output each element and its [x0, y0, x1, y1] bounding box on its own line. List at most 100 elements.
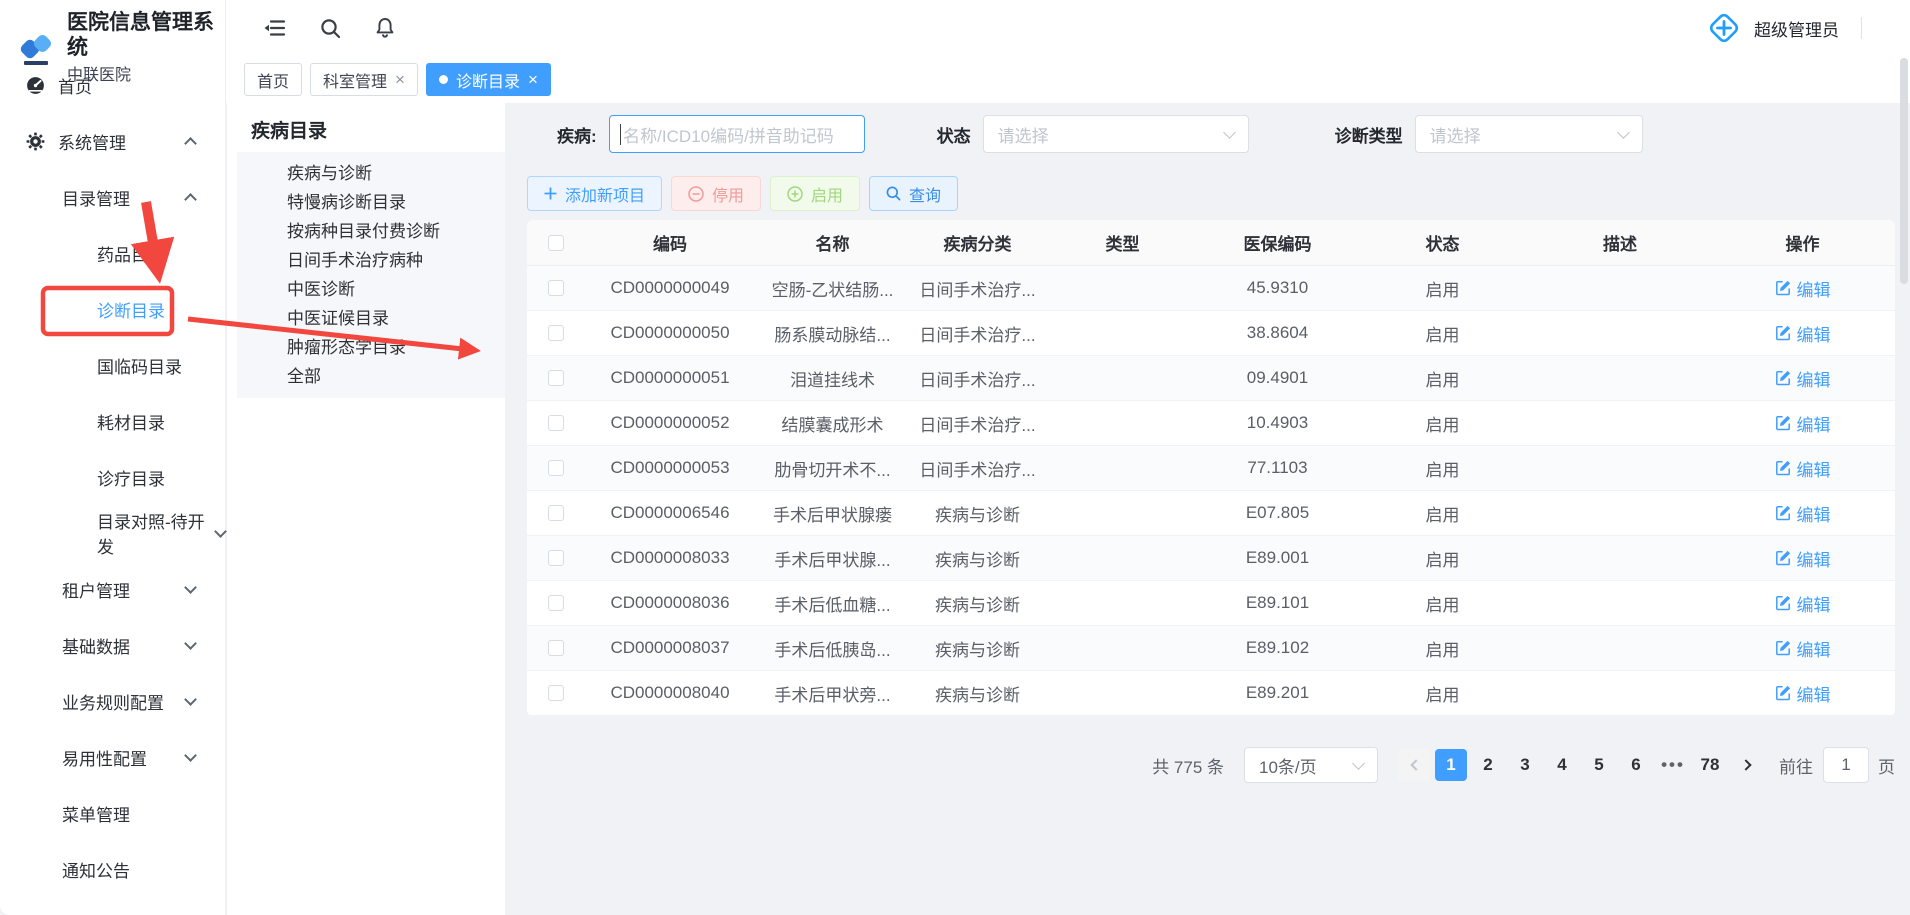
close-icon[interactable]: × — [395, 71, 405, 88]
sidebar-item-business-rules[interactable]: 业务规则配置 — [0, 673, 225, 729]
sidebar-item-home[interactable]: 首页 — [0, 57, 225, 113]
row-checkbox[interactable] — [548, 460, 564, 476]
goto-page-input[interactable]: 1 — [1823, 747, 1869, 783]
sidebar-item-treatment-catalog[interactable]: 诊疗目录 — [0, 449, 225, 505]
page-number[interactable]: 78 — [1694, 749, 1726, 781]
page-number[interactable]: 4 — [1546, 749, 1578, 781]
sidebar-item-base-data[interactable]: 基础数据 — [0, 617, 225, 673]
row-checkbox[interactable] — [548, 370, 564, 386]
edit-icon — [1775, 370, 1791, 386]
cell-code: CD0000008040 — [585, 683, 755, 703]
enable-button[interactable]: 启用 — [770, 176, 860, 211]
page-number[interactable]: 3 — [1509, 749, 1541, 781]
row-checkbox[interactable] — [548, 325, 564, 341]
row-checkbox[interactable] — [548, 415, 564, 431]
cell-name: 手术后甲状腺... — [755, 546, 910, 571]
vertical-scrollbar[interactable] — [1900, 58, 1908, 284]
tab-dept-mgmt[interactable]: 科室管理 × — [310, 63, 418, 96]
goto-label: 前往 — [1779, 753, 1813, 778]
edit-button[interactable]: 编辑 — [1775, 411, 1831, 436]
edit-icon — [1775, 550, 1791, 566]
search-icon[interactable] — [320, 18, 341, 39]
filter-row: 疾病: 名称/ICD10编码/拼音助记码 状态 请选择 诊断类型 请选择 — [527, 114, 1643, 154]
cell-status: 启用 — [1355, 501, 1530, 526]
catalog-item[interactable]: 疾病与诊断 — [237, 159, 505, 188]
page-buttons: 1 2 3 4 5 6 ••• 78 — [1398, 749, 1763, 781]
sidebar-item-notice[interactable]: 通知公告 — [0, 841, 225, 897]
catalog-item[interactable]: 特慢病诊断目录 — [237, 188, 505, 217]
cell-insurance-code: E89.102 — [1200, 638, 1355, 658]
sidebar-item-label: 药品目录 — [97, 241, 165, 266]
cell-insurance-code: 45.9310 — [1200, 278, 1355, 298]
active-dot-icon — [439, 75, 448, 84]
cell-status: 启用 — [1355, 681, 1530, 706]
diagnosis-type-select[interactable]: 请选择 — [1415, 115, 1643, 153]
collapse-sidebar-icon[interactable] — [264, 19, 286, 37]
sidebar-item-national-code-catalog[interactable]: 国临码目录 — [0, 337, 225, 393]
disease-search-input[interactable]: 名称/ICD10编码/拼音助记码 — [609, 115, 865, 153]
bell-icon[interactable] — [375, 17, 395, 39]
sidebar-item-drug-catalog[interactable]: 药品目录 — [0, 225, 225, 281]
sidebar-item-system[interactable]: 系统管理 — [0, 113, 225, 169]
row-checkbox[interactable] — [548, 640, 564, 656]
column-header: 编码 — [585, 230, 755, 255]
query-button[interactable]: 查询 — [869, 176, 958, 211]
page-number[interactable]: 6 — [1620, 749, 1652, 781]
close-icon[interactable]: × — [528, 71, 538, 88]
sidebar-item-catalog-mapping[interactable]: 目录对照-待开发 — [0, 505, 225, 561]
row-checkbox[interactable] — [548, 280, 564, 296]
edit-button[interactable]: 编辑 — [1775, 546, 1831, 571]
edit-button[interactable]: 编辑 — [1775, 366, 1831, 391]
open-tabs-bar: 首页 科室管理 × 诊断目录 × — [226, 56, 1910, 103]
edit-button[interactable]: 编辑 — [1775, 681, 1831, 706]
catalog-item[interactable]: 日间手术治疗病种 — [237, 246, 505, 275]
add-item-button[interactable]: 添加新项目 — [527, 176, 662, 211]
next-page-button[interactable] — [1731, 749, 1763, 781]
edit-button[interactable]: 编辑 — [1775, 456, 1831, 481]
row-checkbox[interactable] — [548, 685, 564, 701]
catalog-item[interactable]: 全部 — [237, 362, 505, 391]
page-number[interactable]: 1 — [1435, 749, 1467, 781]
sidebar-item-diagnosis-catalog[interactable]: 诊断目录 — [0, 281, 225, 337]
prev-page-button[interactable] — [1398, 749, 1430, 781]
sidebar-item-menu-mgmt[interactable]: 菜单管理 — [0, 785, 225, 841]
catalog-item[interactable]: 按病种目录付费诊断 — [237, 217, 505, 246]
sidebar-item-catalog-mgmt[interactable]: 目录管理 — [0, 169, 225, 225]
row-checkbox[interactable] — [548, 595, 564, 611]
edit-button[interactable]: 编辑 — [1775, 501, 1831, 526]
sidebar-item-label: 诊疗目录 — [97, 465, 165, 490]
page-number[interactable]: 5 — [1583, 749, 1615, 781]
sidebar-item-tenant-mgmt[interactable]: 租户管理 — [0, 561, 225, 617]
sidebar: 医院信息管理系统 中联医院 首页 系统管理 — [0, 0, 226, 915]
edit-button[interactable]: 编辑 — [1775, 321, 1831, 346]
table-row: CD0000008036 手术后低血糖... 疾病与诊断 E89.101 启用 … — [527, 581, 1895, 626]
cell-status: 启用 — [1355, 366, 1530, 391]
cell-status: 启用 — [1355, 456, 1530, 481]
select-all-checkbox[interactable] — [548, 235, 564, 251]
cell-name: 手术后甲状旁... — [755, 681, 910, 706]
catalog-item[interactable]: 中医证候目录 — [237, 304, 505, 333]
edit-button[interactable]: 编辑 — [1775, 636, 1831, 661]
top-header: 超级管理员 — [226, 0, 1910, 56]
page-number[interactable]: 2 — [1472, 749, 1504, 781]
tab-home[interactable]: 首页 — [244, 63, 302, 96]
cell-name: 手术后低胰岛... — [755, 636, 910, 661]
sidebar-item-consumable-catalog[interactable]: 耗材目录 — [0, 393, 225, 449]
edit-button[interactable]: 编辑 — [1775, 591, 1831, 616]
catalog-item[interactable]: 中医诊断 — [237, 275, 505, 304]
page-size-select[interactable]: 10条/页 — [1244, 747, 1378, 783]
edit-button[interactable]: 编辑 — [1775, 276, 1831, 301]
cell-insurance-code: E89.001 — [1200, 548, 1355, 568]
cell-name: 泪道挂线术 — [755, 366, 910, 391]
sidebar-item-usability-config[interactable]: 易用性配置 — [0, 729, 225, 785]
tab-diagnosis-catalog[interactable]: 诊断目录 × — [426, 63, 551, 96]
chevron-down-icon — [1617, 126, 1630, 139]
row-checkbox[interactable] — [548, 505, 564, 521]
row-checkbox[interactable] — [548, 550, 564, 566]
table-row: CD0000000051 泪道挂线术 日间手术治疗... 09.4901 启用 … — [527, 356, 1895, 401]
user-area[interactable]: 超级管理员 — [1706, 10, 1862, 46]
disable-button[interactable]: 停用 — [671, 176, 761, 211]
status-select[interactable]: 请选择 — [983, 115, 1249, 153]
catalog-item[interactable]: 肿瘤形态学目录 — [237, 333, 505, 362]
more-pages-icon[interactable]: ••• — [1657, 749, 1689, 781]
